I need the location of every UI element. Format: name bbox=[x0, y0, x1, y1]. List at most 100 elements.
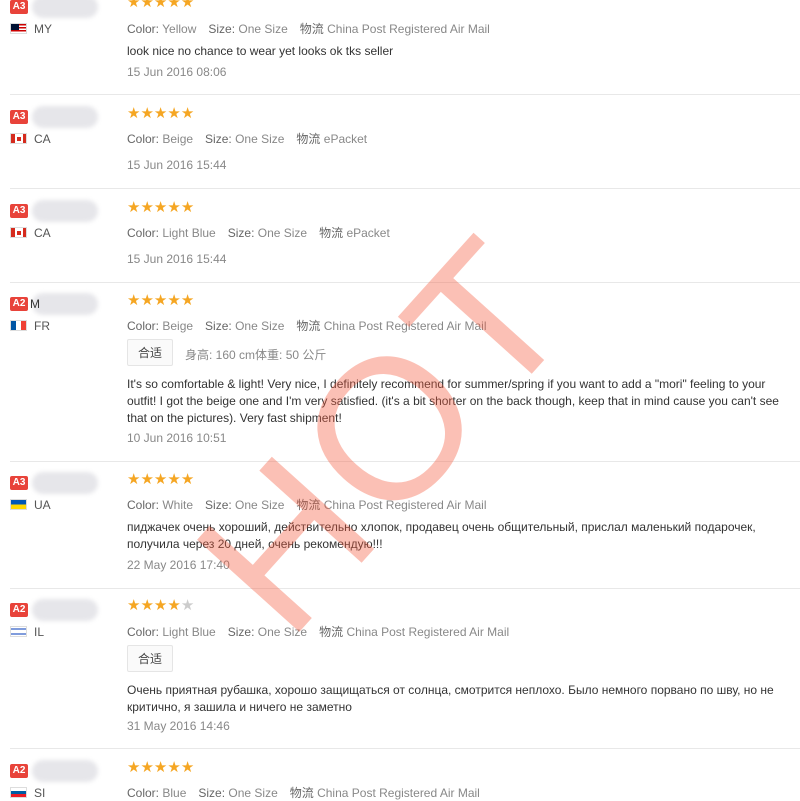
row-divider bbox=[10, 94, 800, 95]
shipping-value: China Post Registered Air Mail bbox=[317, 786, 480, 800]
size-label: Size: bbox=[227, 625, 258, 639]
star-filled-icon: ★ bbox=[180, 0, 195, 11]
buyer-level-badge: A3 bbox=[10, 110, 28, 124]
review-text-line: пиджачек очень хороший, действительно хл… bbox=[127, 520, 756, 534]
size-value: One Size bbox=[235, 132, 285, 146]
row-divider bbox=[10, 748, 800, 749]
shipping-label: 物流 bbox=[296, 498, 324, 512]
size-value: One Size bbox=[235, 319, 285, 333]
buyer-name-blurred bbox=[32, 200, 98, 222]
color-value: Light Blue bbox=[162, 625, 216, 639]
star-filled-icon: ★ bbox=[167, 0, 181, 11]
shipping-value: China Post Registered Air Mail bbox=[327, 22, 490, 36]
star-filled-icon: ★ bbox=[167, 292, 181, 309]
star-filled-icon: ★ bbox=[140, 105, 154, 122]
review-date: 22 May 2016 17:40 bbox=[127, 558, 230, 572]
review-date: 15 Jun 2016 08:06 bbox=[127, 65, 227, 79]
star-filled-icon: ★ bbox=[153, 292, 168, 309]
buyer-level-badge: A3 bbox=[10, 476, 28, 490]
color-label: Color: bbox=[127, 132, 163, 146]
weight-label: 体重: bbox=[255, 348, 286, 362]
color-value: White bbox=[162, 498, 194, 512]
shipping-label: 物流 bbox=[319, 226, 347, 240]
my-flag-icon bbox=[10, 23, 27, 34]
ca-flag-icon bbox=[10, 133, 27, 144]
shipping-label: 物流 bbox=[296, 132, 324, 146]
buyer-country: CA bbox=[10, 226, 51, 240]
star-filled-icon: ★ bbox=[180, 105, 195, 122]
fit-tag: 合适 bbox=[127, 645, 174, 672]
size-label: Size: bbox=[205, 498, 236, 512]
row-divider bbox=[10, 188, 800, 189]
star-filled-icon: ★ bbox=[140, 759, 154, 776]
review-date: 15 Jun 2016 15:44 bbox=[127, 158, 227, 172]
review-text: look nice no chance to wear yet looks ok… bbox=[127, 43, 800, 60]
review-text: It's so comfortable & light! Very nice, … bbox=[127, 376, 800, 427]
star-filled-icon: ★ bbox=[180, 199, 195, 216]
review-text: пиджачек очень хороший, действительно хл… bbox=[127, 519, 800, 553]
star-filled-icon: ★ bbox=[167, 471, 181, 488]
star-filled-icon: ★ bbox=[180, 471, 195, 488]
buyer-country: UA bbox=[10, 498, 51, 512]
size-value: One Size bbox=[257, 226, 308, 240]
buyer-name-blurred bbox=[32, 472, 98, 494]
height-value: 160 cm bbox=[215, 348, 256, 362]
order-info: Color: Light Blue Size: One Size 物流 China … bbox=[127, 623, 521, 640]
color-label: Color: bbox=[127, 625, 163, 639]
order-info: Color: Yellow Size: One Size 物流 China Post… bbox=[127, 20, 502, 37]
ua-flag-icon bbox=[10, 499, 27, 510]
buyer-name-blurred bbox=[32, 599, 98, 621]
star-filled-icon: ★ bbox=[127, 292, 141, 309]
shipping-value: ePacket bbox=[323, 132, 368, 146]
star-filled-icon: ★ bbox=[127, 105, 141, 122]
buyer-level-badge: A2 bbox=[10, 603, 28, 617]
shipping-label: 物流 bbox=[299, 22, 328, 36]
order-info: Color: Beige Size: One Size 物流 China Post … bbox=[127, 317, 499, 334]
star-filled-icon: ★ bbox=[153, 0, 168, 11]
height-label: 身高: bbox=[185, 348, 216, 362]
shipping-value: China Post Registered Air Mail bbox=[323, 319, 487, 333]
star-filled-icon: ★ bbox=[167, 759, 181, 776]
review-date: 10 Jun 2016 10:51 bbox=[127, 431, 227, 445]
star-rating: ★★★★★ bbox=[127, 0, 194, 11]
star-rating: ★★★★★ bbox=[127, 472, 194, 488]
buyer-country: FR bbox=[10, 319, 50, 333]
star-filled-icon: ★ bbox=[167, 199, 181, 216]
star-filled-icon: ★ bbox=[167, 597, 181, 614]
review-date: 15 Jun 2016 15:44 bbox=[127, 252, 227, 266]
star-rating: ★★★★★ bbox=[127, 106, 194, 122]
review-text-line: критично, я зашила и ничего не заметно bbox=[127, 700, 352, 714]
fr-flag-icon bbox=[10, 320, 27, 331]
review-text-line: outfit! I got the beige one and I'm very… bbox=[127, 394, 779, 408]
buyer-country: IL bbox=[10, 625, 44, 639]
color-value: Beige bbox=[162, 132, 194, 146]
size-label: Size: bbox=[205, 319, 236, 333]
color-value: Yellow bbox=[162, 22, 197, 36]
buyer-level-badge: A2 bbox=[10, 297, 28, 311]
star-filled-icon: ★ bbox=[153, 199, 168, 216]
star-filled-icon: ★ bbox=[140, 199, 154, 216]
shipping-value: ePacket bbox=[346, 226, 390, 240]
color-value: Light Blue bbox=[162, 226, 216, 240]
star-filled-icon: ★ bbox=[127, 597, 141, 614]
order-info: Color: Light Blue Size: One Size 物流 ePacke… bbox=[127, 224, 402, 241]
shipping-value: China Post Registered Air Mail bbox=[346, 625, 510, 639]
review-text-line: look nice no chance to wear yet looks ok… bbox=[127, 44, 394, 58]
size-value: One Size bbox=[235, 498, 285, 512]
star-filled-icon: ★ bbox=[140, 471, 154, 488]
star-rating: ★★★★★ bbox=[127, 200, 194, 216]
color-label: Color: bbox=[127, 226, 163, 240]
body-measurements: 身高: 160 cm体重: 50 公斤 bbox=[185, 346, 326, 363]
buyer-level-badge: A3 bbox=[10, 204, 28, 218]
star-rating: ★★★★★ bbox=[127, 293, 194, 309]
review-text-line: Очень приятная рубашка, хорошо защищатьс… bbox=[127, 683, 774, 697]
shipping-value: China Post Registered Air Mail bbox=[323, 498, 487, 512]
star-filled-icon: ★ bbox=[140, 292, 154, 309]
order-info: Color: White Size: One Size 物流 China Post … bbox=[127, 496, 499, 513]
color-label: Color: bbox=[127, 22, 163, 36]
size-value: One Size bbox=[238, 22, 288, 36]
color-label: Color: bbox=[127, 498, 163, 512]
star-filled-icon: ★ bbox=[167, 105, 181, 122]
buyer-name-blurred bbox=[32, 760, 98, 782]
ca-flag-icon bbox=[10, 227, 27, 238]
